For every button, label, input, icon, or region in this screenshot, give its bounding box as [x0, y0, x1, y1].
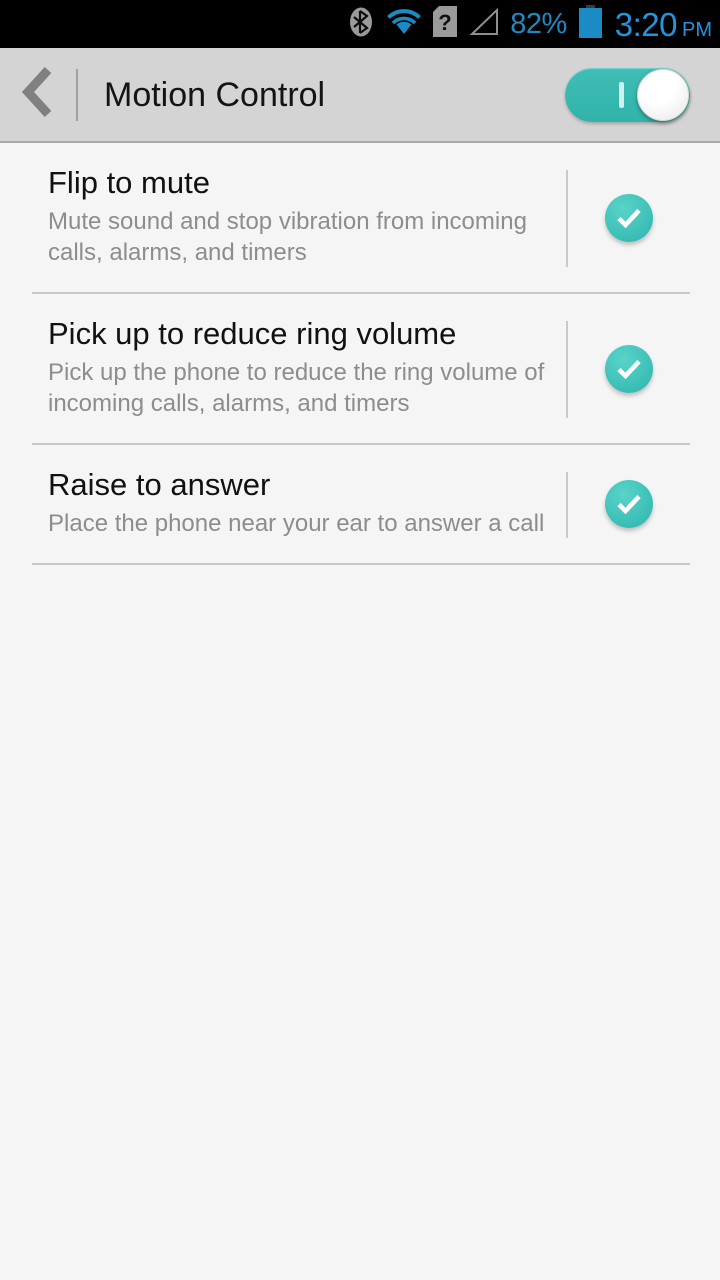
status-bar-clock: 3:20 PM	[615, 8, 712, 41]
checkbox-flip-to-mute[interactable]	[605, 193, 653, 242]
chevron-left-icon	[18, 64, 58, 125]
list-item-title: Flip to mute	[48, 165, 210, 200]
battery-icon	[578, 5, 603, 43]
list-item-summary: Pick up the phone to reduce the ring vol…	[48, 358, 545, 417]
list-item[interactable]: Flip to mute Mute sound and stop vibrati…	[0, 143, 720, 293]
list-item[interactable]: Pick up to reduce ring volume Pick up th…	[0, 294, 720, 444]
toggle-on-mark	[619, 81, 624, 108]
wifi-icon	[386, 8, 422, 41]
clock-meridiem: PM	[682, 18, 712, 41]
list-item-title: Pick up to reduce ring volume	[48, 316, 457, 352]
svg-text:?: ?	[438, 10, 451, 35]
back-button[interactable]	[0, 47, 76, 142]
clock-time: 3:20	[614, 5, 678, 43]
checkbox-pick-up-to-reduce-ring-volume[interactable]	[605, 344, 653, 393]
cellular-signal-icon	[468, 7, 499, 41]
header-divider	[76, 68, 78, 121]
battery-percent-label: 82%	[510, 7, 567, 40]
list-item-text: Raise to answer Place the phone near you…	[48, 445, 566, 563]
list-item-control[interactable]	[568, 294, 690, 443]
list-item-text: Flip to mute Mute sound and stop vibrati…	[48, 143, 566, 292]
list-item-summary: Mute sound and stop vibration from incom…	[48, 207, 527, 266]
status-bar-icons: ? 82%	[347, 5, 603, 43]
list-item-summary: Place the phone near your ear to answer …	[48, 509, 545, 537]
list-item-text: Pick up to reduce ring volume Pick up th…	[48, 294, 566, 443]
settings-list: Flip to mute Mute sound and stop vibrati…	[0, 143, 720, 565]
page-title: Motion Control	[104, 75, 326, 114]
status-bar: ? 82% 3:20 PM	[0, 0, 720, 48]
toggle-knob	[637, 68, 689, 121]
master-toggle-switch[interactable]	[565, 67, 690, 122]
list-item-control[interactable]	[568, 445, 690, 563]
list-item-control[interactable]	[568, 143, 690, 292]
bluetooth-icon	[347, 6, 375, 43]
checkbox-raise-to-answer[interactable]	[605, 479, 653, 528]
sim-card-unknown-icon: ?	[433, 6, 458, 42]
list-divider	[32, 562, 690, 565]
list-item[interactable]: Raise to answer Place the phone near you…	[0, 445, 720, 563]
action-bar: Motion Control	[0, 48, 720, 143]
list-item-title: Raise to answer	[48, 467, 271, 503]
